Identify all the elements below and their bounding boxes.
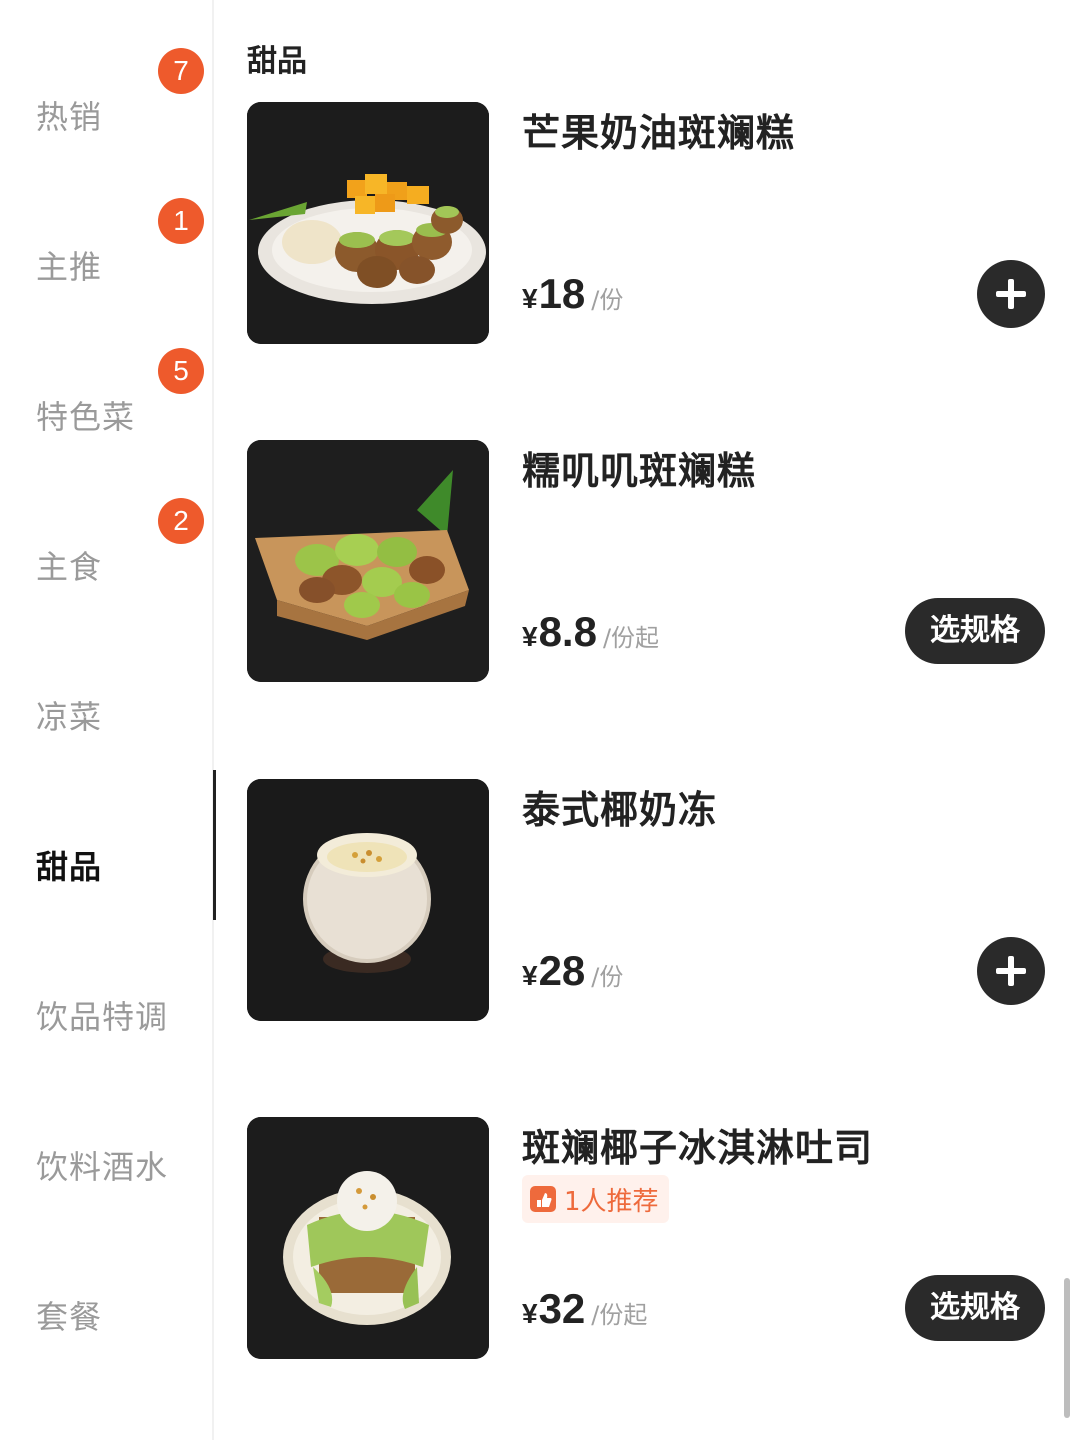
scrollbar[interactable]	[1064, 1278, 1070, 1418]
add-to-cart-button[interactable]	[977, 937, 1045, 1005]
dish-name: 斑斓椰子冰淇淋吐司	[522, 1126, 874, 1170]
menu-item[interactable]: 泰式椰奶冻 ¥ 28 /份	[247, 779, 1047, 1022]
currency-symbol: ¥	[522, 1298, 538, 1329]
category-featured[interactable]: 主推 1	[0, 170, 214, 320]
count-badge: 7	[158, 48, 204, 94]
dish-image[interactable]	[247, 1117, 489, 1359]
menu-item[interactable]: 斑斓椰子冰淇淋吐司 1人推荐 ¥ 32 /份起 选规格	[247, 1117, 1047, 1360]
price-unit: /份起	[591, 1301, 648, 1329]
price: 28	[538, 947, 586, 994]
category-cold-dish[interactable]: 凉菜	[0, 620, 214, 770]
plus-icon	[996, 956, 1026, 986]
price-row: ¥ 8.8 /份起	[522, 608, 659, 656]
category-label: 热销	[36, 98, 103, 136]
choose-spec-button[interactable]: 选规格	[905, 598, 1045, 664]
menu-item[interactable]: 芒果奶油斑斓糕 ¥ 18 /份	[247, 102, 1047, 345]
thumb-recommend-icon	[530, 1186, 556, 1212]
category-label: 饮料酒水	[36, 1148, 169, 1186]
category-set-meal[interactable]: 套餐	[0, 1220, 214, 1370]
recommend-text: 1人推荐	[564, 1186, 659, 1217]
price-unit: /份	[591, 963, 624, 991]
dish-image[interactable]	[247, 440, 489, 682]
category-beverages[interactable]: 饮料酒水	[0, 1070, 214, 1220]
price-row: ¥ 18 /份	[522, 270, 623, 318]
category-sidebar: 热销 7 主推 1 特色菜 5 主食 2 凉菜 甜品 饮品特调 饮料酒水 套餐	[0, 0, 216, 1440]
category-label: 套餐	[36, 1298, 103, 1336]
count-badge: 2	[158, 498, 204, 544]
dish-name: 泰式椰奶冻	[522, 788, 718, 832]
category-special-drinks[interactable]: 饮品特调	[0, 920, 214, 1070]
count-badge: 5	[158, 348, 204, 394]
category-label: 特色菜	[36, 398, 136, 436]
dish-image[interactable]	[247, 102, 489, 344]
active-indicator	[213, 770, 216, 920]
price-row: ¥ 28 /份	[522, 947, 623, 995]
price-unit: /份起	[602, 624, 660, 652]
category-label: 甜品	[36, 848, 103, 886]
price: 8.8	[538, 608, 597, 655]
recommend-tag: 1人推荐	[522, 1175, 669, 1223]
category-label: 凉菜	[36, 698, 103, 736]
plus-icon	[996, 279, 1026, 309]
price-unit: /份	[591, 286, 624, 314]
price: 32	[538, 1285, 586, 1332]
count-badge: 1	[158, 198, 204, 244]
dish-name: 芒果奶油斑斓糕	[522, 111, 796, 155]
category-label: 主推	[36, 248, 103, 286]
price-row: ¥ 32 /份起	[522, 1285, 647, 1333]
menu-item[interactable]: 糯叽叽斑斓糕 ¥ 8.8 /份起 选规格	[247, 440, 1047, 683]
section-title: 甜品	[247, 44, 307, 79]
choose-spec-button[interactable]: 选规格	[905, 1275, 1045, 1341]
category-dessert[interactable]: 甜品	[0, 770, 216, 920]
category-label: 饮品特调	[36, 998, 169, 1036]
category-staple[interactable]: 主食 2	[0, 470, 214, 620]
price: 18	[538, 270, 586, 317]
dish-image[interactable]	[247, 779, 489, 1021]
category-hot[interactable]: 热销 7	[0, 20, 214, 170]
currency-symbol: ¥	[522, 960, 538, 991]
currency-symbol: ¥	[522, 283, 538, 314]
dish-name: 糯叽叽斑斓糕	[522, 449, 757, 493]
category-specialty[interactable]: 特色菜 5	[0, 320, 214, 470]
add-to-cart-button[interactable]	[977, 260, 1045, 328]
currency-symbol: ¥	[522, 621, 538, 652]
category-label: 主食	[36, 548, 103, 586]
